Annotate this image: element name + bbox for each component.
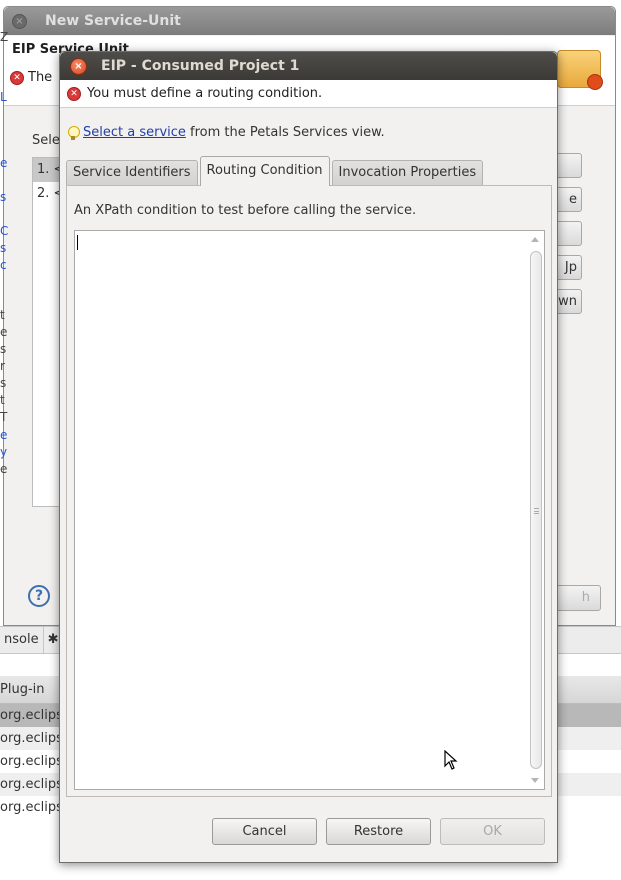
- background-titlebar: × New Service-Unit: [4, 7, 615, 35]
- left-fragment: e: [0, 462, 8, 476]
- background-window-title: New Service-Unit: [45, 13, 181, 29]
- dialog-hint: Select a service from the Petals Service…: [68, 125, 385, 140]
- tab-service-identifiers[interactable]: Service Identifiers: [66, 160, 198, 186]
- cancel-button[interactable]: Cancel: [212, 818, 317, 845]
- vertical-scrollbar[interactable]: [527, 231, 544, 789]
- lightbulb-icon: [68, 125, 80, 140]
- select-service-link[interactable]: Select a service: [83, 125, 186, 140]
- left-fragment: L: [0, 90, 7, 104]
- left-fragment: t: [0, 308, 5, 322]
- dialog-error-banner: ✕ You must define a routing condition.: [60, 80, 557, 108]
- error-icon: ✕: [10, 70, 24, 85]
- background-close-icon[interactable]: ×: [12, 13, 27, 29]
- dialog-titlebar: × EIP - Consumed Project 1: [60, 52, 557, 80]
- scroll-up-icon[interactable]: [531, 237, 539, 242]
- left-fragment: y: [0, 445, 8, 459]
- left-fragment: s: [0, 376, 7, 390]
- help-icon[interactable]: ?: [28, 585, 50, 607]
- folder-icon: [557, 50, 603, 90]
- left-fragment: Z: [0, 30, 8, 44]
- dialog-title: EIP - Consumed Project 1: [101, 58, 300, 74]
- background-header-error: ✕ The: [10, 70, 52, 85]
- error-icon: ✕: [67, 86, 81, 101]
- routing-condition-panel: An XPath condition to test before callin…: [66, 185, 552, 797]
- left-fragment: C: [0, 224, 8, 238]
- left-fragment: s: [0, 190, 7, 204]
- tab-invocation-properties[interactable]: Invocation Properties: [331, 160, 484, 186]
- panel-description: An XPath condition to test before callin…: [74, 203, 417, 218]
- background-header-error-text: The: [28, 70, 53, 85]
- hint-text: from the Petals Services view.: [185, 125, 385, 140]
- ok-button[interactable]: OK: [440, 818, 545, 845]
- left-fragment: e: [0, 428, 8, 442]
- left-fragment: T: [0, 410, 8, 424]
- dialog-error-message: You must define a routing condition.: [87, 86, 323, 101]
- left-fragment: t: [0, 393, 5, 407]
- left-fragment: r: [0, 359, 5, 373]
- dialog-tabs: Service Identifiers Routing Condition In…: [66, 156, 485, 186]
- left-fragment: e: [0, 325, 8, 339]
- left-fragment: e: [0, 156, 8, 170]
- tab-console[interactable]: nsole: [0, 627, 44, 653]
- left-fragment: s: [0, 241, 7, 255]
- consumed-project-dialog: × EIP - Consumed Project 1 ✕ You must de…: [59, 51, 558, 863]
- tab-routing-condition[interactable]: Routing Condition: [199, 156, 330, 186]
- grip-icon: [534, 508, 539, 514]
- scroll-down-icon[interactable]: [531, 778, 539, 783]
- restore-button[interactable]: Restore: [326, 818, 431, 845]
- left-fragment: s: [0, 342, 7, 356]
- xpath-condition-input[interactable]: [74, 230, 545, 790]
- scrollbar-thumb[interactable]: [530, 251, 542, 769]
- close-icon[interactable]: ×: [70, 57, 87, 75]
- left-fragment: c: [0, 258, 7, 272]
- mouse-pointer-icon: [444, 750, 458, 770]
- text-caret: [77, 235, 78, 250]
